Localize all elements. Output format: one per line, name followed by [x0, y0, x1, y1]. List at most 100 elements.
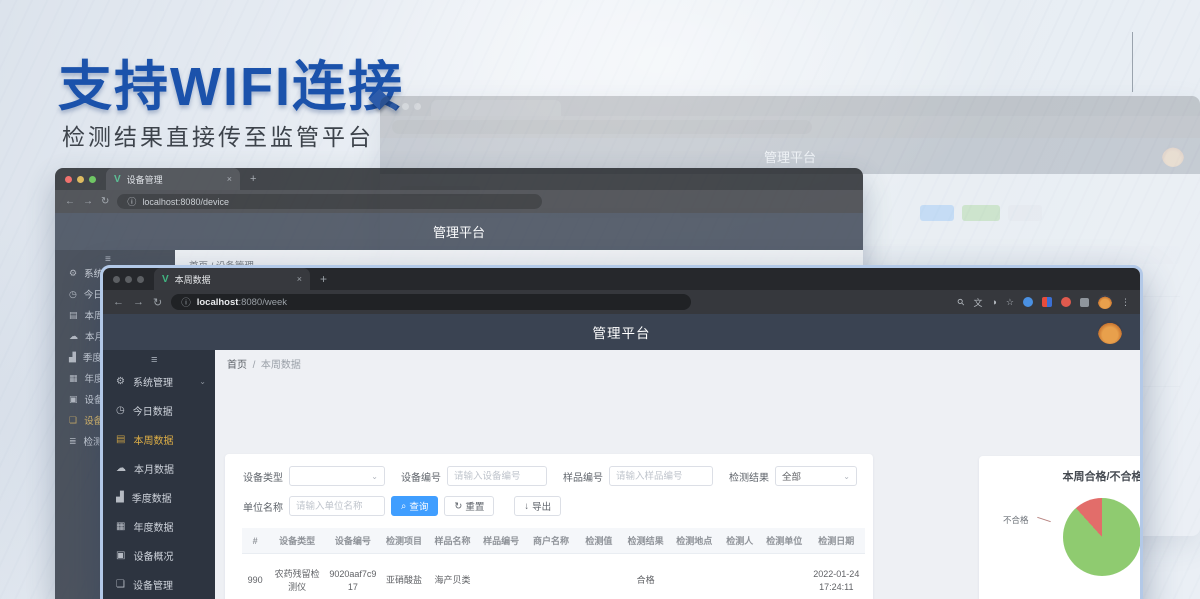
mw-tab-title: 设备管理 [127, 173, 163, 186]
unit-name-label: 单位名称 [233, 499, 283, 514]
info-icon[interactable]: ⓘ [181, 295, 191, 309]
sidebar-collapse-icon[interactable]: ≡ [151, 354, 157, 366]
fw-tab-title: 本周数据 [175, 273, 211, 286]
grid-icon: ▣ [69, 394, 78, 405]
kebab-menu-icon[interactable]: ⋮ [1121, 297, 1130, 308]
pie-fail-leader-line [1037, 517, 1051, 522]
device-no-label: 设备编号 [391, 469, 441, 484]
unit-name-input[interactable] [289, 496, 385, 516]
reload-icon[interactable]: ↻ [101, 196, 109, 207]
user-avatar[interactable] [1098, 320, 1122, 344]
ghost-browser-tab[interactable] [431, 100, 561, 116]
extension-icon[interactable] [1042, 297, 1052, 307]
sidebar-item-label: 设备概况 [133, 548, 173, 563]
fw-browser-tab[interactable]: V 本周数据 × [154, 268, 310, 290]
dark-mode-icon[interactable]: ◑ [991, 297, 996, 307]
reset-button[interactable]: ↻重置 [444, 496, 494, 516]
fw-app-header: 管理平台 [103, 314, 1140, 350]
bookmark-star-icon[interactable]: ☆ [1006, 297, 1014, 308]
back-icon[interactable]: ← [113, 296, 124, 308]
device-type-label: 设备类型 [233, 469, 283, 484]
sidebar-item-label: 年度数据 [133, 519, 173, 534]
table-cell [525, 554, 576, 599]
ghost-traffic-lights [390, 103, 421, 110]
sidebar-item-本周数据[interactable]: ▤本周数据 [116, 432, 206, 447]
reload-icon[interactable]: ↻ [153, 296, 162, 309]
fw-traffic-lights[interactable] [113, 276, 144, 283]
sidebar-item-季度数据[interactable]: ▟季度数据 [116, 490, 206, 505]
weekly-pass-fail-card: 本周合格/不合格 不合格 合格 [979, 456, 1143, 599]
clock-icon: ◷ [69, 289, 77, 300]
table-cell: 亚硝酸盐 [380, 554, 429, 599]
record-icon: ≣ [69, 436, 77, 447]
search-button[interactable]: ⌕查询 [391, 496, 438, 516]
ghost-add-button[interactable] [962, 205, 1000, 221]
mw-tab-bar: V 设备管理 × + [55, 168, 863, 190]
forward-icon[interactable]: → [83, 196, 93, 207]
sidebar-item-年度数据[interactable]: ▦年度数据 [116, 519, 206, 534]
breadcrumb-home[interactable]: 首页 [227, 360, 247, 371]
ghost-search-button[interactable] [920, 205, 954, 221]
table-row[interactable]: 990农药残留检测仪9020aaf7c917亚硝酸盐海产贝类合格2022-01-… [242, 554, 865, 599]
fw-url-bar: ← → ↻ ⓘ localhost:8080/week ⚲ 文 ◑ ☆ ⋮ [103, 290, 1140, 314]
sidebar-item-本月数据[interactable]: ☁ 本月数据 [116, 461, 206, 476]
sidebar-item-设备概况[interactable]: ▣设备概况 [116, 548, 206, 563]
table-cell [577, 554, 622, 599]
sidebar-item-label: 本月数据 [134, 461, 174, 476]
sample-no-input[interactable] [609, 466, 713, 486]
promo-canvas: 支持WIFI连接 检测结果直接传至监管平台 管理平台 [0, 0, 1200, 599]
new-tab-icon[interactable]: + [250, 173, 256, 185]
forward-icon[interactable]: → [133, 296, 144, 308]
mw-browser-tab[interactable]: V 设备管理 × [106, 168, 240, 190]
clock-icon: ◷ [116, 405, 125, 416]
password-key-icon[interactable]: ⚲ [955, 296, 967, 308]
extension-icon[interactable] [1061, 297, 1071, 307]
download-icon: ↓ [524, 501, 529, 512]
fw-sidebar: ≡ ⚙系统管理⌄ ◷ 今日数据 ▤本周数据 ☁ 本月数据 ▟季度数据 ▦年度数据 ▣设备概况 ❏设… [103, 350, 215, 599]
sidebar-item-今日数据[interactable]: ◷ 今日数据 [116, 403, 206, 418]
cloud-icon: ☁ [116, 463, 126, 474]
mw-url-pill[interactable]: ⓘ localhost:8080/device [117, 194, 542, 209]
ghost-url-pill[interactable] [392, 120, 812, 134]
ghost-app-title: 管理平台 [764, 147, 816, 166]
export-button[interactable]: ↓导出 [514, 496, 561, 516]
fw-url-pill[interactable]: ⓘ localhost:8080/week [171, 294, 691, 310]
extension-icon[interactable] [1023, 297, 1033, 307]
mw-app-header: 管理平台 [55, 213, 863, 250]
sidebar-item-系统管理[interactable]: ⚙系统管理⌄ [116, 374, 206, 389]
sidebar-item-label: 今日数据 [133, 403, 173, 418]
tab-close-icon[interactable]: × [297, 274, 302, 284]
column-header: 检测单位 [761, 528, 808, 554]
fw-url-rest: :8080/week [238, 297, 287, 308]
info-icon[interactable]: ⓘ [127, 195, 136, 208]
device-type-select[interactable]: ⌄ [289, 466, 385, 486]
result-label: 检测结果 [719, 469, 769, 484]
hero-title: 支持WIFI连接 [58, 42, 404, 121]
new-tab-icon[interactable]: + [320, 272, 327, 286]
device-no-input[interactable] [447, 466, 547, 486]
column-header: 样品编号 [477, 528, 526, 554]
result-select[interactable]: 全部⌄ [775, 466, 857, 486]
ghost-avatar [1162, 145, 1184, 167]
chart-icon: ▟ [69, 352, 76, 363]
sidebar-collapse-icon[interactable]: ≡ [105, 254, 111, 265]
tab-close-icon[interactable]: × [227, 174, 232, 184]
translate-icon[interactable]: 文 [973, 296, 982, 309]
back-icon[interactable]: ← [65, 196, 75, 207]
ghost-export-button[interactable] [1008, 205, 1042, 221]
breadcrumb-current: 本周数据 [261, 360, 301, 371]
mw-traffic-lights[interactable] [65, 176, 96, 183]
fw-main-area: 首页 / 本周数据 设备类型 ⌄ 设备编号 样品编号 检测结果 全部⌄ [215, 350, 1140, 599]
browser-profile-avatar[interactable] [1098, 295, 1112, 309]
fw-tab-bar: V 本周数据 × + [103, 268, 1140, 290]
sidebar-item-设备管理[interactable]: ❏设备管理 [116, 577, 206, 592]
extensions-puzzle-icon[interactable] [1080, 298, 1089, 307]
calendar-icon: ▤ [116, 434, 125, 445]
mw-url-bar: ← → ↻ ⓘ localhost:8080/device [55, 190, 863, 213]
sample-no-label: 样品编号 [553, 469, 603, 484]
gear-icon: ⚙ [69, 268, 77, 279]
vue-logo-icon: V [162, 274, 169, 285]
table-cell [670, 554, 719, 599]
column-header: # [242, 528, 268, 554]
vue-logo-icon: V [114, 174, 121, 185]
